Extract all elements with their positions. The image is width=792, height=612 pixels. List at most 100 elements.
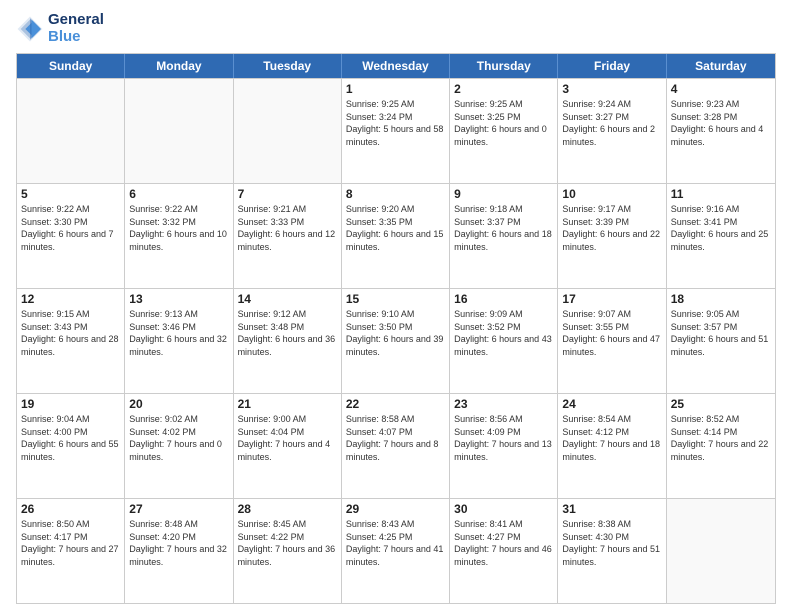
sun-info: Sunrise: 9:09 AM Sunset: 3:52 PM Dayligh… <box>454 308 553 358</box>
sun-info: Sunrise: 8:54 AM Sunset: 4:12 PM Dayligh… <box>562 413 661 463</box>
day-cell-10: 10 Sunrise: 9:17 AM Sunset: 3:39 PM Dayli… <box>558 184 666 288</box>
sun-info: Sunrise: 9:18 AM Sunset: 3:37 PM Dayligh… <box>454 203 553 253</box>
day-number: 2 <box>454 82 553 96</box>
day-number: 6 <box>129 187 228 201</box>
sun-info: Sunrise: 8:50 AM Sunset: 4:17 PM Dayligh… <box>21 518 120 568</box>
day-cell-25: 25Sunrise: 8:52 AM Sunset: 4:14 PM Dayli… <box>667 394 775 498</box>
sun-info: Sunrise: 8:43 AM Sunset: 4:25 PM Dayligh… <box>346 518 445 568</box>
day-cell-6: 6 Sunrise: 9:22 AM Sunset: 3:32 PM Daylig… <box>125 184 233 288</box>
sun-info: Sunrise: 9:15 AM Sunset: 3:43 PM Dayligh… <box>21 308 120 358</box>
sun-info: Sunrise: 9:22 AM Sunset: 3:32 PM Dayligh… <box>129 203 228 253</box>
day-cell-7: 7 Sunrise: 9:21 AM Sunset: 3:33 PM Daylig… <box>234 184 342 288</box>
sun-info: Sunrise: 9:16 AM Sunset: 3:41 PM Dayligh… <box>671 203 771 253</box>
day-cell-empty <box>17 79 125 183</box>
day-cell-1: 1 Sunrise: 9:25 AM Sunset: 3:24 PM Daylig… <box>342 79 450 183</box>
page: General Blue SundayMondayTuesdayWednesda… <box>0 0 792 612</box>
calendar-row-5: 26Sunrise: 8:50 AM Sunset: 4:17 PM Dayli… <box>17 498 775 603</box>
sun-info: Sunrise: 9:17 AM Sunset: 3:39 PM Dayligh… <box>562 203 661 253</box>
sun-info: Sunrise: 9:23 AM Sunset: 3:28 PM Dayligh… <box>671 98 771 148</box>
day-header-saturday: Saturday <box>667 54 775 78</box>
sun-info: Sunrise: 9:13 AM Sunset: 3:46 PM Dayligh… <box>129 308 228 358</box>
day-number: 11 <box>671 187 771 201</box>
day-cell-26: 26Sunrise: 8:50 AM Sunset: 4:17 PM Dayli… <box>17 499 125 603</box>
day-number: 23 <box>454 397 553 411</box>
calendar-row-2: 5 Sunrise: 9:22 AM Sunset: 3:30 PM Daylig… <box>17 183 775 288</box>
day-number: 21 <box>238 397 337 411</box>
logo-text: General Blue <box>48 12 104 45</box>
day-cell-5: 5 Sunrise: 9:22 AM Sunset: 3:30 PM Daylig… <box>17 184 125 288</box>
calendar-body: 1 Sunrise: 9:25 AM Sunset: 3:24 PM Daylig… <box>17 78 775 603</box>
day-cell-28: 28Sunrise: 8:45 AM Sunset: 4:22 PM Dayli… <box>234 499 342 603</box>
day-number: 16 <box>454 292 553 306</box>
day-number: 14 <box>238 292 337 306</box>
sun-info: Sunrise: 8:56 AM Sunset: 4:09 PM Dayligh… <box>454 413 553 463</box>
sun-info: Sunrise: 8:52 AM Sunset: 4:14 PM Dayligh… <box>671 413 771 463</box>
day-number: 7 <box>238 187 337 201</box>
sun-info: Sunrise: 9:12 AM Sunset: 3:48 PM Dayligh… <box>238 308 337 358</box>
day-number: 10 <box>562 187 661 201</box>
day-number: 31 <box>562 502 661 516</box>
day-number: 1 <box>346 82 445 96</box>
day-number: 19 <box>21 397 120 411</box>
sun-info: Sunrise: 8:41 AM Sunset: 4:27 PM Dayligh… <box>454 518 553 568</box>
sun-info: Sunrise: 9:25 AM Sunset: 3:25 PM Dayligh… <box>454 98 553 148</box>
header: General Blue <box>16 12 776 45</box>
sun-info: Sunrise: 9:20 AM Sunset: 3:35 PM Dayligh… <box>346 203 445 253</box>
day-cell-19: 19 Sunrise: 9:04 AM Sunset: 4:00 PM Dayli… <box>17 394 125 498</box>
day-cell-31: 31Sunrise: 8:38 AM Sunset: 4:30 PM Dayli… <box>558 499 666 603</box>
sun-info: Sunrise: 8:48 AM Sunset: 4:20 PM Dayligh… <box>129 518 228 568</box>
day-number: 15 <box>346 292 445 306</box>
day-number: 13 <box>129 292 228 306</box>
sun-info: Sunrise: 9:05 AM Sunset: 3:57 PM Dayligh… <box>671 308 771 358</box>
day-cell-11: 11 Sunrise: 9:16 AM Sunset: 3:41 PM Dayli… <box>667 184 775 288</box>
day-number: 22 <box>346 397 445 411</box>
calendar: SundayMondayTuesdayWednesdayThursdayFrid… <box>16 53 776 604</box>
calendar-header: SundayMondayTuesdayWednesdayThursdayFrid… <box>17 54 775 78</box>
day-cell-2: 2 Sunrise: 9:25 AM Sunset: 3:25 PM Daylig… <box>450 79 558 183</box>
day-number: 18 <box>671 292 771 306</box>
day-cell-empty <box>234 79 342 183</box>
sun-info: Sunrise: 9:25 AM Sunset: 3:24 PM Dayligh… <box>346 98 445 148</box>
logo: General Blue <box>16 12 104 45</box>
day-cell-27: 27 Sunrise: 8:48 AM Sunset: 4:20 PM Dayli… <box>125 499 233 603</box>
day-cell-20: 20Sunrise: 9:02 AM Sunset: 4:02 PM Dayli… <box>125 394 233 498</box>
day-number: 8 <box>346 187 445 201</box>
day-cell-29: 29Sunrise: 8:43 AM Sunset: 4:25 PM Dayli… <box>342 499 450 603</box>
sun-info: Sunrise: 9:00 AM Sunset: 4:04 PM Dayligh… <box>238 413 337 463</box>
day-header-thursday: Thursday <box>450 54 558 78</box>
day-number: 28 <box>238 502 337 516</box>
logo-icon <box>16 15 44 43</box>
day-header-wednesday: Wednesday <box>342 54 450 78</box>
day-header-tuesday: Tuesday <box>234 54 342 78</box>
day-number: 12 <box>21 292 120 306</box>
day-cell-15: 15Sunrise: 9:10 AM Sunset: 3:50 PM Dayli… <box>342 289 450 393</box>
day-number: 30 <box>454 502 553 516</box>
sun-info: Sunrise: 8:58 AM Sunset: 4:07 PM Dayligh… <box>346 413 445 463</box>
day-cell-3: 3 Sunrise: 9:24 AM Sunset: 3:27 PM Daylig… <box>558 79 666 183</box>
day-cell-21: 21 Sunrise: 9:00 AM Sunset: 4:04 PM Dayli… <box>234 394 342 498</box>
sun-info: Sunrise: 9:02 AM Sunset: 4:02 PM Dayligh… <box>129 413 228 463</box>
calendar-row-1: 1 Sunrise: 9:25 AM Sunset: 3:24 PM Daylig… <box>17 78 775 183</box>
day-number: 24 <box>562 397 661 411</box>
day-cell-22: 22 Sunrise: 8:58 AM Sunset: 4:07 PM Dayli… <box>342 394 450 498</box>
day-number: 3 <box>562 82 661 96</box>
sun-info: Sunrise: 9:04 AM Sunset: 4:00 PM Dayligh… <box>21 413 120 463</box>
day-cell-23: 23 Sunrise: 8:56 AM Sunset: 4:09 PM Dayli… <box>450 394 558 498</box>
day-number: 5 <box>21 187 120 201</box>
sun-info: Sunrise: 9:22 AM Sunset: 3:30 PM Dayligh… <box>21 203 120 253</box>
day-cell-16: 16 Sunrise: 9:09 AM Sunset: 3:52 PM Dayli… <box>450 289 558 393</box>
day-cell-13: 13 Sunrise: 9:13 AM Sunset: 3:46 PM Dayli… <box>125 289 233 393</box>
day-cell-17: 17Sunrise: 9:07 AM Sunset: 3:55 PM Dayli… <box>558 289 666 393</box>
sun-info: Sunrise: 9:21 AM Sunset: 3:33 PM Dayligh… <box>238 203 337 253</box>
day-cell-18: 18 Sunrise: 9:05 AM Sunset: 3:57 PM Dayli… <box>667 289 775 393</box>
day-cell-30: 30 Sunrise: 8:41 AM Sunset: 4:27 PM Dayli… <box>450 499 558 603</box>
day-cell-12: 12 Sunrise: 9:15 AM Sunset: 3:43 PM Dayli… <box>17 289 125 393</box>
sun-info: Sunrise: 9:24 AM Sunset: 3:27 PM Dayligh… <box>562 98 661 148</box>
day-cell-empty <box>667 499 775 603</box>
day-cell-24: 24 Sunrise: 8:54 AM Sunset: 4:12 PM Dayli… <box>558 394 666 498</box>
day-header-monday: Monday <box>125 54 233 78</box>
day-cell-4: 4Sunrise: 9:23 AM Sunset: 3:28 PM Daylig… <box>667 79 775 183</box>
day-cell-empty <box>125 79 233 183</box>
day-number: 27 <box>129 502 228 516</box>
day-cell-8: 8 Sunrise: 9:20 AM Sunset: 3:35 PM Daylig… <box>342 184 450 288</box>
